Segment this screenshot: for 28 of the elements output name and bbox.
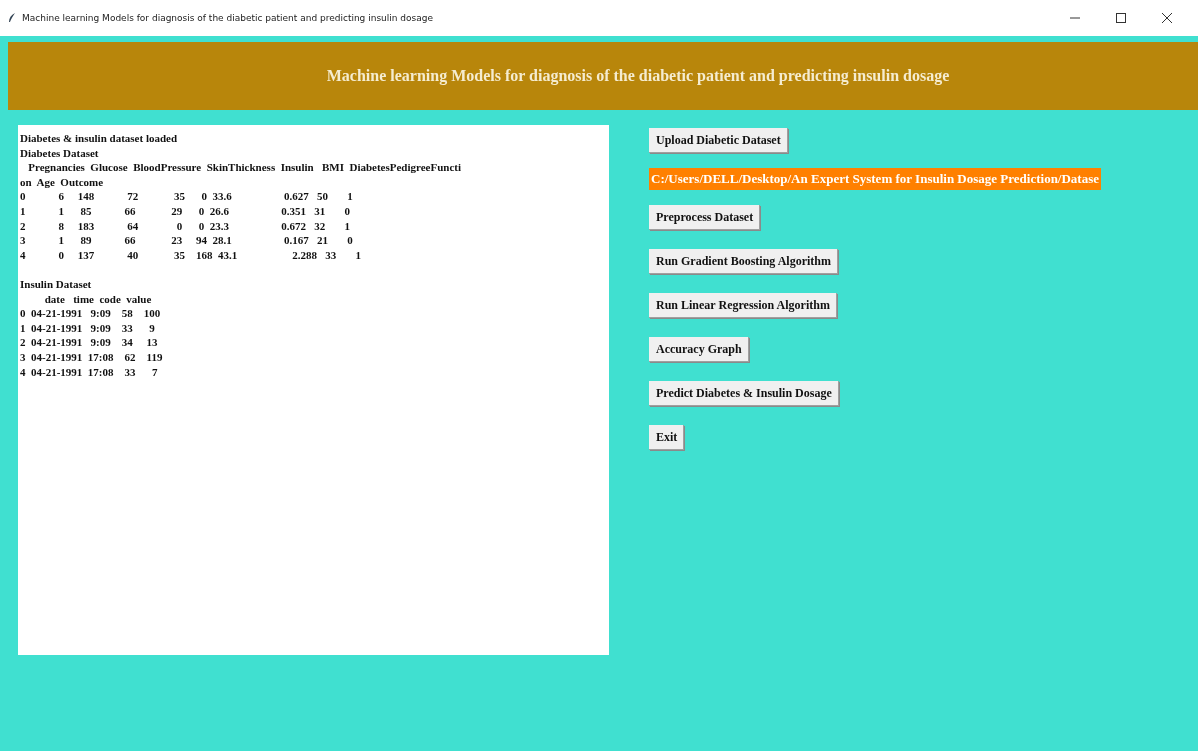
output-line: 2 04-21-1991 9:09 34 13 — [20, 335, 159, 350]
output-line: 1 1 85 66 29 0 26.6 0.351 31 0 — [20, 203, 351, 219]
app-title: Machine learning Models for diagnosis of the diabetic patient and predicting insulin dosage — [326, 67, 950, 85]
output-line: 2 8 183 64 0 0 23.3 0.672 32 1 — [20, 218, 351, 234]
output-line: 4 0 137 40 35 168 43.1 2.288 33 1 — [20, 247, 362, 263]
output-line: Pregnancies Glucose BloodPressure SkinThickness Insulin BMI DiabetesPedigreeFuncti — [27, 160, 463, 175]
output-line: 1 04-21-1991 9:09 33 9 — [20, 320, 156, 336]
output-line: 4 04-21-1991 17:08 33 7 — [20, 364, 159, 380]
file-path-label: C:/Users/DELL/Desktop/An Expert System for Insulin Dosage Prediction/Datase — [649, 168, 1102, 190]
action-button[interactable]: Preprocess Dataset — [649, 205, 761, 230]
output-line: Insulin Dataset — [20, 276, 93, 292]
output-line: 0 04-21-1991 9:09 58 100 — [20, 306, 162, 321]
output-line: 3 1 89 66 23 94 28.1 0.167 21 0 — [20, 233, 354, 248]
feather-icon — [8, 13, 16, 23]
action-button[interactable]: Run Linear Regression Algorithm — [649, 293, 837, 318]
output-line: on Age Outcome — [20, 174, 105, 190]
output-line: Diabetes & insulin dataset loaded — [20, 131, 179, 146]
window-title: Machine learning Models for diagnosis of the diabetic patient and predicting insulin dosage — [22, 13, 435, 23]
output-line: 3 04-21-1991 17:08 62 119 — [20, 349, 164, 365]
output-line: 0 6 148 72 35 0 33.6 0.627 50 1 — [20, 189, 354, 204]
action-button[interactable]: Predict Diabetes & Insulin Dosage — [649, 381, 839, 406]
action-button[interactable]: Exit — [649, 425, 685, 450]
action-button[interactable]: Upload Diabetic Dataset — [649, 128, 788, 153]
output-line: Diabetes Dataset — [20, 145, 100, 161]
output-text-area[interactable] — [18, 125, 609, 655]
output-line: date time code value — [43, 291, 153, 307]
action-button[interactable]: Run Gradient Boosting Algorithm — [649, 249, 839, 274]
action-button[interactable]: Accuracy Graph — [649, 337, 749, 362]
